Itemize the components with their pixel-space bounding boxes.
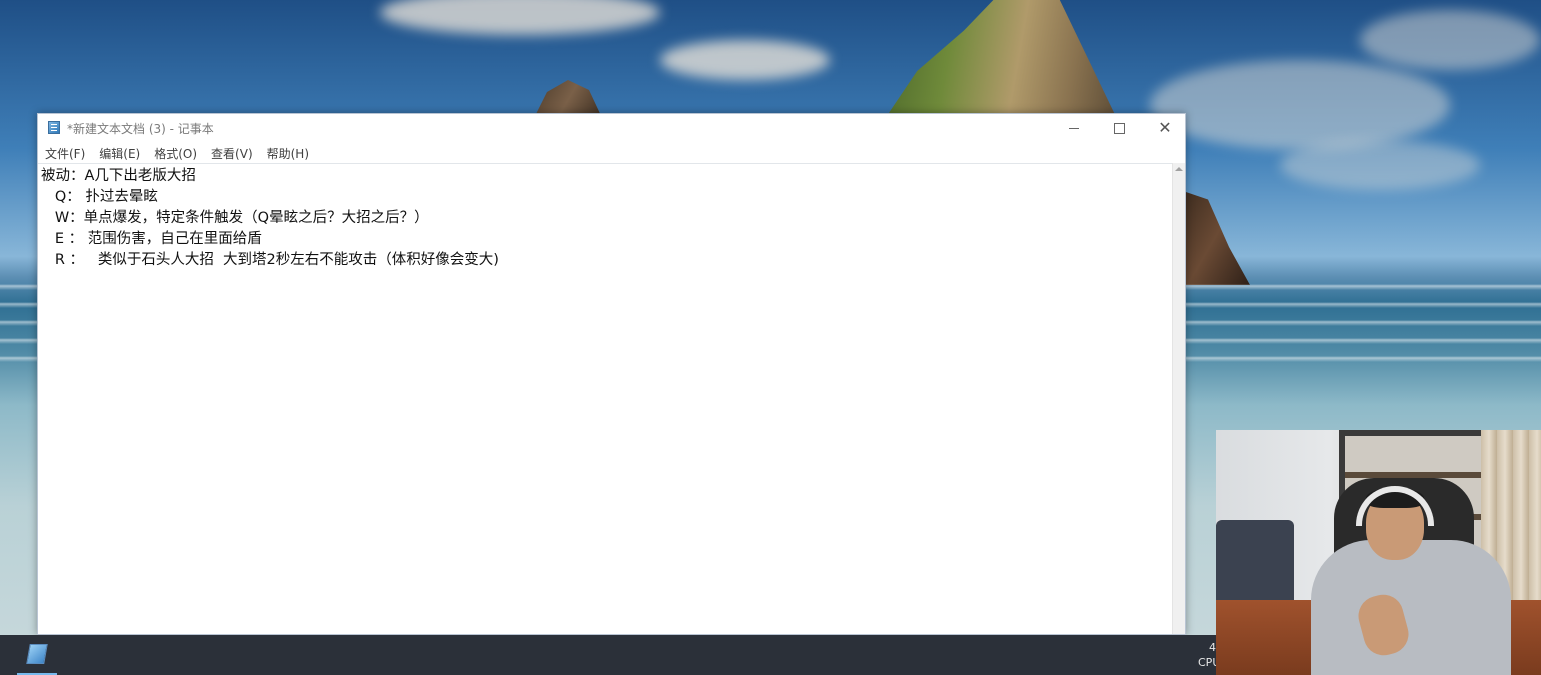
menu-format[interactable]: 格式(O) — [154, 145, 197, 162]
window-title: *新建文本文档 (3) - 记事本 — [67, 122, 214, 136]
wallpaper-rock — [880, 0, 1120, 125]
notepad-icon[interactable] — [48, 121, 60, 134]
notepad-window[interactable]: *新建文本文档 (3) - 记事本 ✕ 文件(F) 编辑(E) 格式(O) 查看… — [37, 113, 1186, 635]
menu-file[interactable]: 文件(F) — [45, 145, 85, 162]
webcam-overlay — [1216, 430, 1541, 675]
menu-help[interactable]: 帮助(H) — [267, 145, 309, 162]
minimize-button[interactable] — [1051, 114, 1097, 142]
notepad-icon — [26, 644, 48, 664]
text-line: 被动：A几下出老版大招 — [41, 168, 196, 184]
maximize-icon — [1113, 122, 1125, 134]
maximize-button[interactable] — [1096, 114, 1142, 142]
wallpaper-cloud — [1360, 10, 1540, 70]
menu-view[interactable]: 查看(V) — [211, 145, 253, 162]
menu-bar: 文件(F) 编辑(E) 格式(O) 查看(V) 帮助(H) — [38, 143, 1185, 163]
menu-edit[interactable]: 编辑(E) — [99, 145, 140, 162]
scroll-up-arrow-icon[interactable] — [1175, 167, 1183, 171]
wallpaper-cloud — [380, 0, 660, 35]
text-line: W：单点爆发，特定条件触发（Q晕眩之后？大招之后？） — [41, 210, 429, 226]
tray-indicator: 4 CPU — [1198, 640, 1216, 670]
vertical-scrollbar[interactable] — [1172, 163, 1185, 634]
webcam-person — [1311, 540, 1511, 675]
text-line: R ： 类似于石头人大招 大到塔2秒左右不能攻击（体积好像会变大) — [41, 252, 499, 268]
wallpaper-cloud — [660, 40, 830, 80]
title-bar[interactable]: *新建文本文档 (3) - 记事本 ✕ — [38, 114, 1185, 142]
close-button[interactable]: ✕ — [1142, 114, 1188, 142]
close-icon: ✕ — [1158, 118, 1172, 137]
taskbar-notepad-button[interactable] — [17, 635, 57, 675]
minimize-icon — [1069, 127, 1079, 129]
text-editor[interactable]: 被动：A几下出老版大招 Q： 扑过去晕眩 W：单点爆发，特定条件触发（Q晕眩之后… — [38, 163, 1172, 634]
wallpaper-cloud — [1280, 140, 1480, 190]
tray-text-line: CPU — [1198, 656, 1216, 669]
text-line: E ： 范围伤害，自己在里面给盾 — [41, 231, 262, 247]
tray-text-line: 4 — [1209, 641, 1216, 654]
wallpaper-cloud — [1150, 60, 1450, 150]
text-line: Q： 扑过去晕眩 — [41, 189, 158, 205]
wallpaper-rock — [1180, 190, 1250, 285]
